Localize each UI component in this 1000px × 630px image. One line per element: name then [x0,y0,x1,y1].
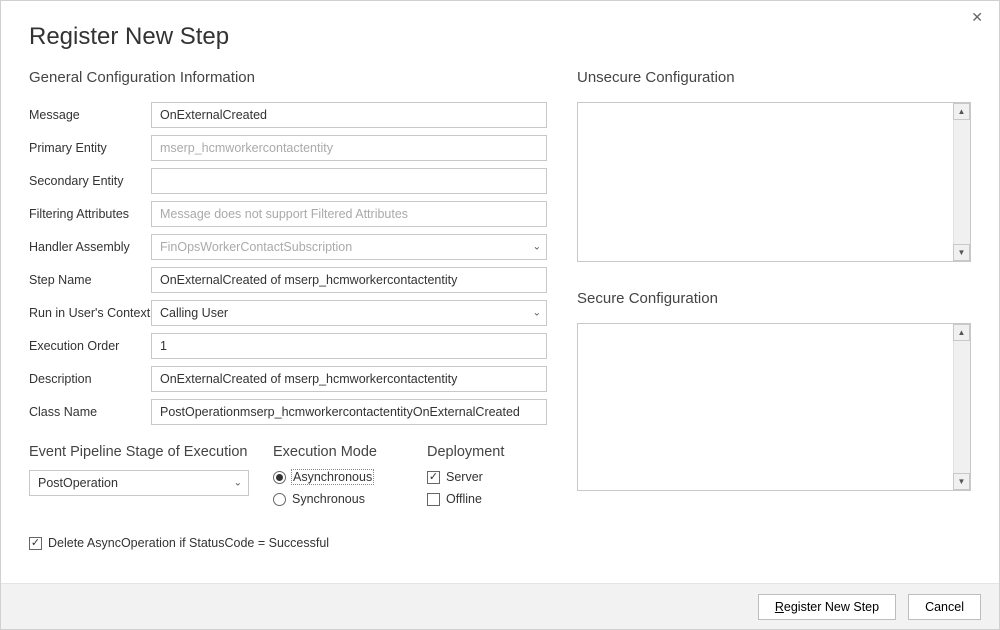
label-primary-entity: Primary Entity [29,141,151,155]
label-execution-order: Execution Order [29,339,151,353]
input-class-name[interactable] [151,399,547,425]
right-column: Unsecure Configuration ▲ ▼ Secure Config… [577,61,971,583]
input-execution-order[interactable] [151,333,547,359]
label-class-name: Class Name [29,405,151,419]
input-message[interactable] [151,102,547,128]
row-execution-order: Execution Order [29,333,547,359]
dialog-footer: Register New Step Cancel [1,583,999,629]
pipeline-heading: Event Pipeline Stage of Execution [29,444,249,460]
input-primary-entity[interactable] [151,135,547,161]
left-column: General Configuration Information Messag… [29,61,547,583]
unsecure-config-textarea[interactable]: ▲ ▼ [577,102,971,262]
input-secondary-entity[interactable] [151,168,547,194]
radio-icon [273,471,286,484]
select-run-context[interactable]: ⌄ [151,300,547,326]
secure-config-heading: Secure Configuration [577,290,971,307]
general-config-heading: General Configuration Information [29,69,547,86]
input-handler-assembly [151,234,547,260]
row-handler-assembly: Handler Assembly ⌄ [29,234,547,260]
label-secondary-entity: Secondary Entity [29,174,151,188]
scroll-down-button[interactable]: ▼ [953,244,970,261]
radio-label-asynchronous: Asynchronous [292,470,373,484]
dialog-title: Register New Step [1,1,999,61]
row-filtering-attributes: Filtering Attributes [29,201,547,227]
label-step-name: Step Name [29,273,151,287]
checkbox-offline[interactable]: Offline [427,492,547,506]
close-icon: ✕ [971,9,983,25]
pipeline-exec-deploy-row: Event Pipeline Stage of Execution PostOp… [29,444,547,514]
radio-asynchronous[interactable]: Asynchronous [273,470,403,484]
checkbox-server[interactable]: ✓ Server [427,470,547,484]
scrollbar-track[interactable] [953,341,970,473]
row-run-context: Run in User's Context ⌄ [29,300,547,326]
label-run-context: Run in User's Context [29,306,151,320]
close-button[interactable]: ✕ [965,7,989,28]
checkbox-label-offline: Offline [446,492,482,506]
register-step-dialog: ✕ Register New Step General Configuratio… [0,0,1000,630]
register-rest: egister New Step [784,600,879,614]
label-description: Description [29,372,151,386]
radio-label-synchronous: Synchronous [292,492,365,506]
radio-synchronous[interactable]: Synchronous [273,492,403,506]
radio-icon [273,493,286,506]
deployment-column: Deployment ✓ Server Offline [427,444,547,514]
row-message: Message [29,102,547,128]
label-handler-assembly: Handler Assembly [29,240,151,254]
register-button[interactable]: Register New Step [758,594,896,620]
select-handler-assembly[interactable]: ⌄ [151,234,547,260]
checkbox-label-server: Server [446,470,483,484]
checkbox-icon: ✓ [29,537,42,550]
input-filtering-attributes[interactable] [151,201,547,227]
register-mnemonic: R [775,600,784,614]
scroll-up-button[interactable]: ▲ [953,103,970,120]
label-filtering-attributes: Filtering Attributes [29,207,151,221]
row-secondary-entity: Secondary Entity [29,168,547,194]
pipeline-column: Event Pipeline Stage of Execution PostOp… [29,444,249,514]
input-run-context [151,300,547,326]
chevron-down-icon: ⌄ [234,478,242,489]
execution-mode-column: Execution Mode Asynchronous Synchronous [273,444,403,514]
execution-mode-heading: Execution Mode [273,444,403,460]
pipeline-value: PostOperation [38,476,118,490]
scroll-up-button[interactable]: ▲ [953,324,970,341]
secure-config-textarea[interactable]: ▲ ▼ [577,323,971,491]
input-description[interactable] [151,366,547,392]
row-primary-entity: Primary Entity [29,135,547,161]
unsecure-config-heading: Unsecure Configuration [577,69,971,86]
deployment-heading: Deployment [427,444,547,460]
label-message: Message [29,108,151,122]
cancel-button[interactable]: Cancel [908,594,981,620]
dialog-content: General Configuration Information Messag… [1,61,999,583]
checkbox-icon [427,493,440,506]
row-description: Description [29,366,547,392]
scrollbar-track[interactable] [953,120,970,244]
checkbox-delete-async[interactable]: ✓ Delete AsyncOperation if StatusCode = … [29,536,547,550]
row-step-name: Step Name [29,267,547,293]
input-step-name[interactable] [151,267,547,293]
checkbox-icon: ✓ [427,471,440,484]
checkbox-label-delete-async: Delete AsyncOperation if StatusCode = Su… [48,536,329,550]
scroll-down-button[interactable]: ▼ [953,473,970,490]
row-class-name: Class Name [29,399,547,425]
select-pipeline-stage[interactable]: PostOperation ⌄ [29,470,249,496]
